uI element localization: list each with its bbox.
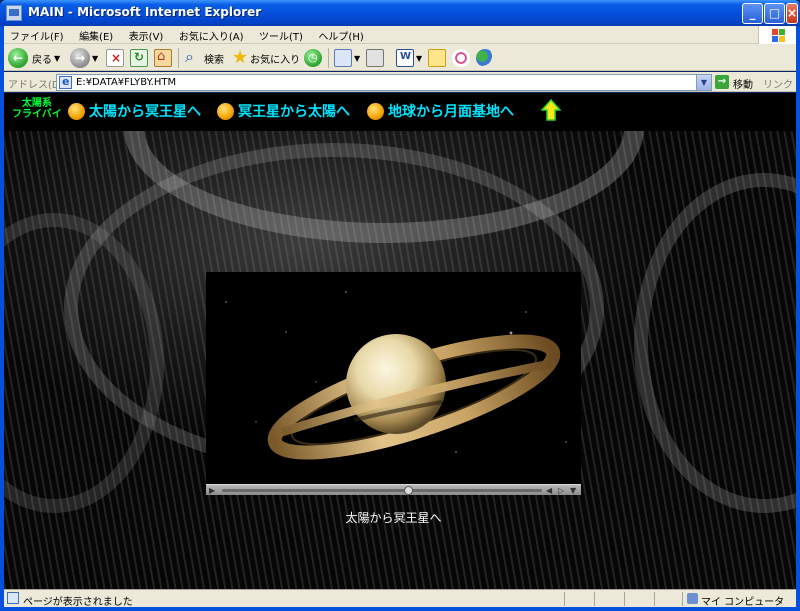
history-button[interactable]: ◷ (304, 47, 322, 69)
sun-icon (367, 102, 384, 120)
refresh-button[interactable]: ↻ (130, 47, 148, 69)
research-button[interactable] (452, 47, 470, 69)
refresh-icon: ↻ (130, 49, 148, 67)
nav-label: 冥王星から太陽へ (238, 104, 350, 120)
menu-help[interactable]: ヘルプ(H) (312, 26, 369, 45)
nav-pluto-to-sun[interactable]: 冥王星から太陽へ (217, 101, 350, 121)
security-zone: マイ コンピュータ (701, 597, 785, 608)
nav-earth-to-moon[interactable]: 地球から月面基地へ (367, 101, 514, 121)
next-icon[interactable]: ▷ (558, 486, 564, 495)
print-button[interactable] (366, 47, 384, 69)
page-icon (59, 75, 72, 89)
word-icon: W (396, 49, 414, 67)
minimize-button[interactable]: _ (742, 3, 763, 24)
history-icon: ◷ (304, 49, 322, 67)
nav-label: 地球から月面基地へ (388, 104, 514, 120)
sun-icon (217, 102, 234, 120)
favorites-label: お気に入り (250, 54, 301, 66)
window-frame-right (796, 26, 800, 611)
saturn-image (267, 334, 561, 460)
discuss-button[interactable] (428, 47, 446, 69)
status-pane (624, 592, 625, 606)
stop-button[interactable]: × (106, 47, 124, 69)
go-button[interactable]: 移動 (733, 76, 753, 91)
menu-bar: ファイル(F) 編集(E) 表示(V) お気に入り(A) ツール(T) ヘルプ(… (4, 26, 796, 44)
chevron-down-icon: ▼ (92, 53, 99, 63)
status-pane (564, 592, 565, 606)
chevron-down-icon[interactable]: ▼ (570, 486, 576, 495)
status-text: ページが表示されました (23, 597, 133, 608)
menu-view[interactable]: 表示(V) (123, 26, 170, 45)
play-icon[interactable]: ▶ (209, 486, 215, 495)
computer-icon (687, 593, 698, 604)
seek-thumb[interactable] (403, 486, 413, 495)
toolbar-separator (328, 48, 329, 68)
address-input[interactable]: E:¥DATA¥FLYBY.HTM ▼ (56, 74, 712, 91)
research-icon (452, 49, 470, 67)
window-title: MAIN - Microsoft Internet Explorer (28, 5, 262, 19)
star-icon: ★ (232, 47, 249, 68)
site-title-line1: 太陽系 (21, 98, 52, 109)
video-player[interactable] (206, 272, 581, 484)
status-bar: ページが表示されました マイ コンピュータ (4, 589, 796, 608)
search-button[interactable]: ⌕ 検索 (184, 47, 224, 69)
search-icon: ⌕ (185, 47, 194, 66)
forward-arrow-icon: → (70, 48, 90, 68)
printer-icon (366, 49, 384, 67)
menu-file[interactable]: ファイル(F) (4, 26, 70, 45)
video-caption: 太陽から冥王星へ (345, 511, 442, 525)
status-pane (682, 592, 683, 606)
volume-icon[interactable]: ◀ (546, 486, 552, 495)
toolbar-separator (178, 48, 179, 68)
chevron-down-icon: ▼ (416, 53, 423, 63)
address-url[interactable]: E:¥DATA¥FLYBY.HTM (76, 77, 176, 88)
chevron-down-icon: ▼ (354, 53, 361, 63)
home-icon: ⌂ (154, 49, 172, 67)
toolbar: ← 戻る ▼ → ▼ × ↻ ⌂ ⌕ 検索 ★ お気に入り ◷ ▼ W ▼ (4, 44, 796, 71)
status-pane (654, 592, 655, 606)
back-label: 戻る (32, 54, 52, 66)
status-pane (594, 592, 595, 606)
edit-button[interactable]: W ▼ (396, 47, 422, 69)
stop-icon: × (106, 49, 124, 67)
note-icon (428, 49, 446, 67)
back-button[interactable]: ← 戻る ▼ (8, 47, 60, 69)
video-controls: ▶ ◀ ▷ ▼ (206, 484, 581, 495)
maximize-button[interactable]: □ (764, 3, 785, 24)
chevron-down-icon[interactable]: ▼ (696, 75, 711, 90)
site-title: 太陽系 フライバイ (12, 98, 62, 120)
menu-edit[interactable]: 編集(E) (73, 26, 119, 45)
close-button[interactable]: × (786, 3, 798, 24)
windows-logo-icon (758, 26, 796, 44)
nav-label: 太陽から冥王星へ (89, 104, 201, 120)
up-arrow-icon[interactable] (541, 99, 561, 121)
mail-button[interactable]: ▼ (334, 47, 360, 69)
sun-icon (68, 102, 85, 120)
links-button[interactable]: リンク (763, 76, 793, 91)
favorites-button[interactable]: ★ お気に入り (232, 47, 300, 69)
site-title-line2: フライバイ (12, 109, 62, 120)
search-label: 検索 (204, 54, 224, 66)
ie-window-icon (6, 5, 22, 21)
menu-favorites[interactable]: お気に入り(A) (173, 26, 250, 45)
site-nav: 太陽系 フライバイ 太陽から冥王星へ 冥王星から太陽へ 地球から月面基地へ (4, 93, 796, 131)
go-arrow-icon[interactable]: → (715, 75, 729, 89)
page-content: 太陽系 フライバイ 太陽から冥王星へ 冥王星から太陽へ 地球から月面基地へ ▶ … (4, 93, 796, 589)
forward-button[interactable]: → ▼ (70, 47, 98, 69)
address-bar: アドレス(D) E:¥DATA¥FLYBY.HTM ▼ → 移動 リンク (4, 72, 796, 92)
mail-icon (334, 49, 352, 67)
nav-sun-to-pluto[interactable]: 太陽から冥王星へ (68, 101, 201, 121)
messenger-icon (476, 49, 494, 67)
menu-tools[interactable]: ツール(T) (253, 26, 309, 45)
back-arrow-icon: ← (8, 48, 28, 68)
title-bar: MAIN - Microsoft Internet Explorer _ □ × (0, 0, 800, 26)
chevron-down-icon: ▼ (54, 53, 61, 63)
messenger-button[interactable] (476, 47, 494, 69)
home-button[interactable]: ⌂ (154, 47, 172, 69)
page-done-icon (7, 592, 19, 604)
seek-bar[interactable] (222, 489, 542, 492)
